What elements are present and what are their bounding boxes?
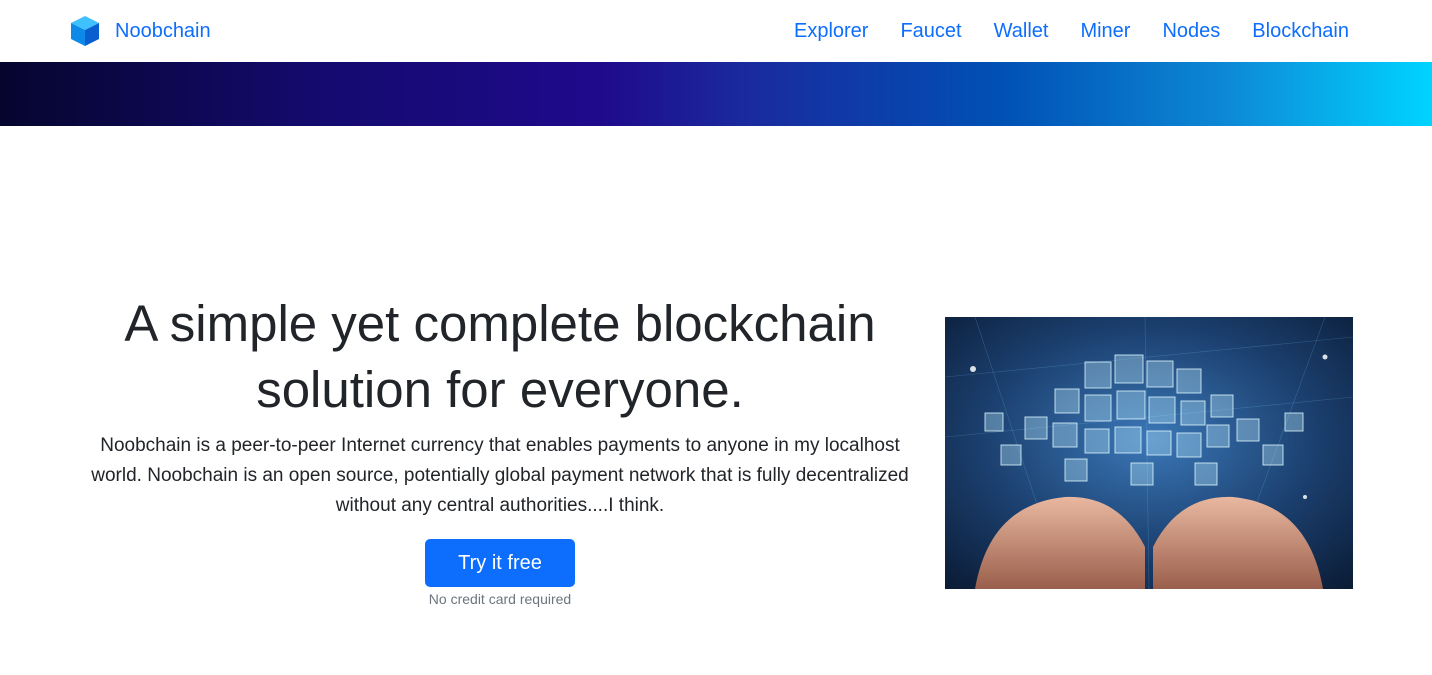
hero-gradient-band	[0, 62, 1432, 126]
hero-lead-line2: world. Noobchain is an open source, pote…	[91, 465, 909, 486]
try-it-free-button[interactable]: Try it free	[425, 539, 575, 587]
brand-link[interactable]: Noobchain	[70, 14, 211, 48]
nav-link-miner[interactable]: Miner	[1080, 16, 1130, 46]
navbar: Noobchain Explorer Faucet Wallet Miner N…	[0, 0, 1432, 62]
main-content: A simple yet complete blockchain solutio…	[0, 126, 1432, 675]
hero-lead-line3: without any central authorities....I thi…	[335, 495, 665, 516]
nav-link-blockchain[interactable]: Blockchain	[1252, 16, 1349, 46]
cta-note: No credit card required	[428, 591, 572, 607]
cta-group: Try it free No credit card required	[80, 539, 920, 607]
nav-link-faucet[interactable]: Faucet	[900, 16, 961, 46]
nav-link-nodes[interactable]: Nodes	[1162, 16, 1220, 46]
hero-headline: A simple yet complete blockchain solutio…	[80, 291, 920, 423]
nav-link-explorer[interactable]: Explorer	[794, 16, 868, 46]
hero-text: A simple yet complete blockchain solutio…	[80, 291, 920, 607]
hero-lead: Noobchain is a peer-to-peer Internet cur…	[80, 431, 920, 521]
nav-links: Explorer Faucet Wallet Miner Nodes Block…	[794, 16, 1349, 46]
hero-headline-line2: solution for everyone.	[256, 361, 744, 418]
blockchain-hands-illustration	[945, 317, 1353, 589]
brand-name: Noobchain	[115, 19, 211, 42]
hero-lead-line1: Noobchain is a peer-to-peer Internet cur…	[100, 435, 900, 456]
hero-headline-line1: A simple yet complete blockchain	[124, 295, 876, 352]
nav-link-wallet[interactable]: Wallet	[994, 16, 1049, 46]
cube-icon	[71, 16, 99, 46]
